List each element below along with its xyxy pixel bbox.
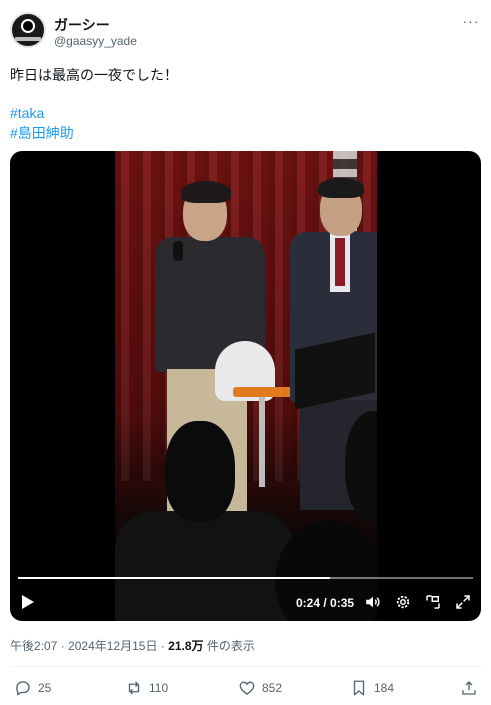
share-button[interactable] — [460, 677, 478, 699]
retweet-count: 110 — [149, 681, 169, 695]
volume-icon[interactable] — [364, 593, 382, 611]
hashtag-link[interactable]: #島田紳助 — [10, 124, 74, 142]
tweet-date[interactable]: 2024年12月15日 — [68, 639, 157, 653]
avatar[interactable] — [10, 12, 46, 48]
retweet-icon — [128, 681, 140, 695]
bookmark-icon — [353, 680, 365, 696]
settings-gear-icon[interactable] — [394, 593, 412, 611]
like-button[interactable]: 852 — [238, 677, 282, 699]
author-display-name[interactable]: ガーシー — [54, 15, 110, 35]
like-count: 852 — [262, 681, 283, 695]
reply-icon — [16, 681, 30, 696]
video-controls: 0:24 / 0:35 — [10, 587, 481, 617]
fullscreen-icon[interactable] — [454, 593, 472, 611]
view-count: 21.8万 — [168, 639, 204, 653]
more-options-icon[interactable]: ··· — [461, 14, 481, 32]
reply-count: 25 — [38, 681, 52, 695]
video-progress-fill — [18, 577, 331, 579]
picture-in-picture-icon[interactable] — [424, 593, 442, 611]
bookmark-count: 184 — [374, 681, 395, 695]
avatar-caption-graphic — [15, 37, 41, 41]
author-handle[interactable]: @gaasyy_yade — [54, 34, 137, 48]
tweet-text: 昨日は最高の一夜でした！ — [10, 67, 178, 83]
video-time: 0:24 / 0:35 — [296, 596, 355, 610]
retweet-button[interactable]: 110 — [125, 677, 168, 699]
tweet-meta: 午後2:07 · 2024年12月15日 · 21.8万 件の表示 — [10, 637, 255, 654]
video-frame — [115, 151, 377, 621]
action-bar: 25 110 852 184 — [10, 677, 481, 699]
tweet-header: ガーシー @gaasyy_yade ··· — [10, 10, 481, 52]
video-progress-bar[interactable] — [18, 577, 473, 579]
tweet-time[interactable]: 午後2:07 — [10, 639, 57, 653]
video-player[interactable]: 0:24 / 0:35 — [10, 151, 481, 621]
meta-separator: · — [60, 639, 65, 653]
play-icon[interactable] — [22, 595, 34, 609]
avatar-logo-icon — [21, 19, 35, 33]
divider — [10, 666, 481, 667]
heart-icon — [239, 681, 255, 695]
meta-separator: · — [160, 639, 165, 653]
hashtag-link[interactable]: #taka — [10, 104, 44, 122]
share-icon — [462, 681, 476, 695]
bookmark-button[interactable]: 184 — [350, 677, 394, 699]
view-count-label: 件の表示 — [206, 639, 255, 653]
reply-button[interactable]: 25 — [14, 677, 51, 699]
